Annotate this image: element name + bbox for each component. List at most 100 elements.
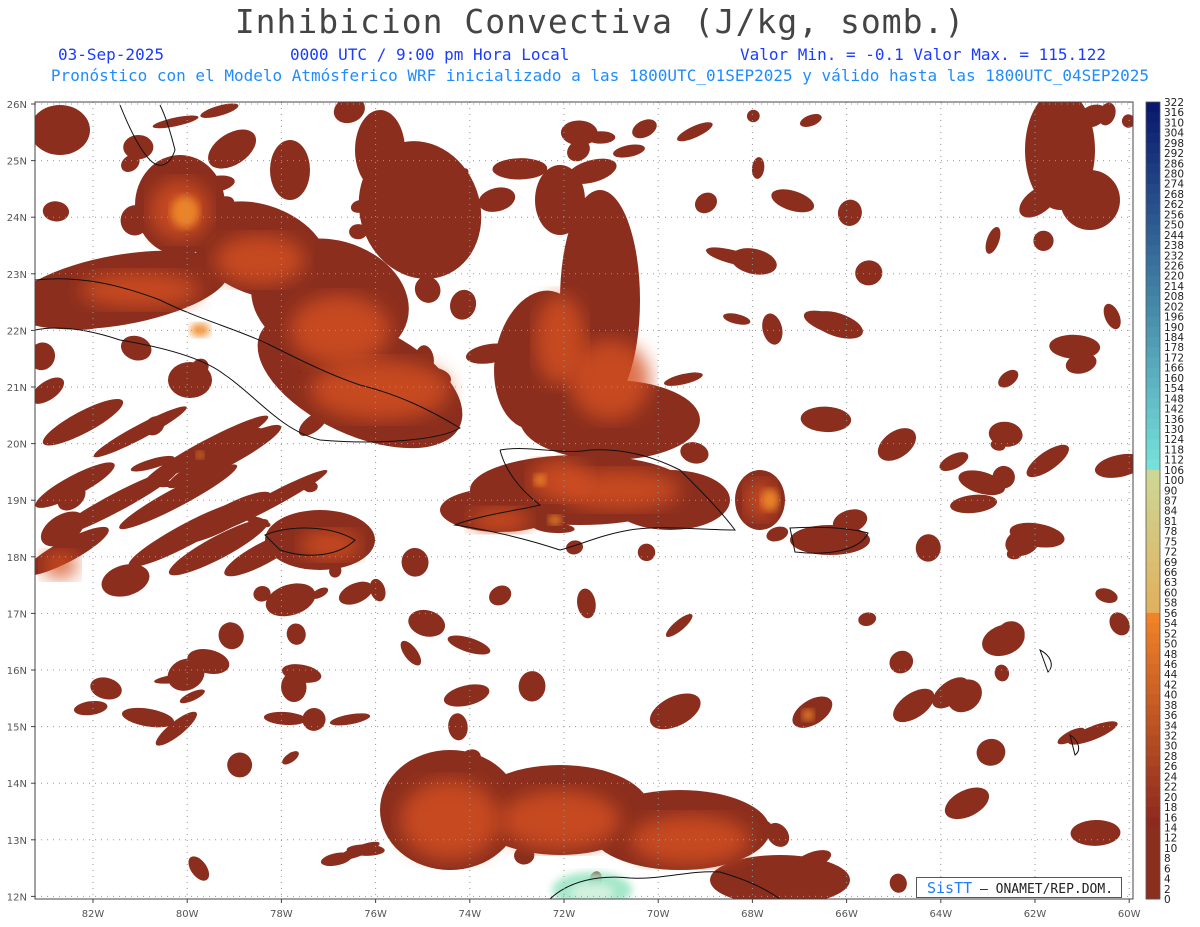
colorbar-swatch: [1146, 193, 1160, 205]
colorbar-swatch: [1146, 745, 1160, 757]
colorbar-swatch: [1146, 847, 1160, 859]
cin-region: [270, 140, 310, 200]
lon-label: 76W: [364, 909, 387, 920]
lon-label: 64W: [929, 909, 952, 920]
lat-label: 14N: [7, 779, 27, 790]
lon-label: 82W: [82, 909, 105, 920]
colorbar-swatch: [1146, 367, 1160, 379]
colorbar-swatch: [1146, 142, 1160, 154]
lat-label: 21N: [7, 383, 27, 394]
colorbar-swatch: [1146, 868, 1160, 880]
colorbar-swatch: [1146, 224, 1160, 236]
lon-label: 80W: [176, 909, 199, 920]
colorbar-swatch: [1146, 214, 1160, 226]
lat-label: 16N: [7, 666, 27, 677]
colorbar-swatch: [1146, 500, 1160, 512]
colorbar-swatch: [1146, 398, 1160, 410]
colorbar-swatch: [1146, 245, 1160, 256]
lon-label: 66W: [835, 909, 858, 920]
colorbar-swatch: [1146, 337, 1160, 348]
colorbar-swatch: [1146, 755, 1160, 767]
cin-region: [534, 474, 546, 486]
lat-label: 18N: [7, 553, 27, 564]
lon-label: 60W: [1118, 909, 1141, 920]
colorbar-swatch: [1146, 776, 1160, 788]
cin-region: [500, 790, 620, 850]
cin-region: [42, 551, 78, 579]
colorbar-swatch: [1146, 582, 1160, 593]
colorbar-swatch: [1146, 725, 1160, 737]
colorbar-swatch: [1146, 408, 1160, 420]
sistt-logo: SisTT: [927, 879, 973, 897]
colorbar-swatch: [1146, 102, 1160, 113]
lat-label: 17N: [7, 609, 27, 620]
cin-region: [607, 424, 625, 454]
colorbar-swatch: [1146, 480, 1160, 491]
colorbar-swatch: [1146, 153, 1160, 164]
colorbar-swatch: [1146, 704, 1160, 716]
lon-label: 70W: [647, 909, 670, 920]
colorbar-swatch: [1146, 858, 1160, 869]
colorbar-swatch: [1146, 735, 1160, 747]
colorbar-swatch: [1146, 428, 1160, 440]
cin-region: [80, 272, 200, 308]
colorbar-swatch: [1146, 531, 1160, 542]
cin-region: [355, 110, 405, 190]
colorbar-swatch: [1146, 132, 1160, 144]
lon-label: 68W: [741, 909, 764, 920]
lat-label: 24N: [7, 213, 27, 224]
colorbar-label: 0: [1164, 894, 1171, 906]
colorbar-swatch: [1146, 183, 1160, 195]
colorbar-swatch: [1146, 285, 1160, 297]
colorbar-swatch: [1146, 326, 1160, 338]
colorbar-swatch: [1146, 255, 1160, 266]
credit-text: – ONAMET/REP.DOM.: [972, 882, 1114, 897]
cin-region: [548, 515, 562, 525]
lon-label: 74W: [458, 909, 481, 920]
cin-region: [710, 855, 850, 899]
lat-label: 19N: [7, 496, 27, 507]
colorbar-swatch: [1146, 510, 1160, 522]
colorbar-swatch: [1146, 112, 1160, 123]
colorbar-swatch: [1146, 204, 1160, 215]
lat-label: 26N: [7, 100, 27, 111]
colorbar-swatch: [1146, 623, 1160, 634]
lon-label: 78W: [270, 909, 293, 920]
colorbar-swatch: [1146, 715, 1160, 726]
colorbar-swatch: [1146, 234, 1160, 246]
colorbar-swatch: [1146, 347, 1160, 358]
colorbar-swatch: [1146, 786, 1160, 798]
colorbar-swatch: [1146, 377, 1160, 389]
colorbar: 3223163103042982922862802742682622562502…: [1145, 97, 1184, 906]
colorbar-swatch: [1146, 663, 1160, 675]
colorbar-swatch: [1146, 316, 1160, 328]
colorbar-swatch: [1146, 827, 1160, 839]
colorbar-swatch: [1146, 306, 1160, 318]
cin-region: [570, 340, 650, 420]
colorbar-swatch: [1146, 878, 1160, 890]
colorbar-swatch: [1146, 541, 1160, 553]
lat-label: 22N: [7, 326, 27, 337]
lat-label: 20N: [7, 440, 27, 451]
colorbar-swatch: [1146, 418, 1160, 430]
cin-region: [196, 451, 204, 459]
colorbar-swatch: [1146, 612, 1160, 624]
cin-region: [761, 489, 779, 511]
lat-label: 23N: [7, 270, 27, 281]
colorbar-swatch: [1146, 653, 1160, 665]
longitude-labels: 82W 80W 78W 76W 74W 72W 70W 68W 66W 64W 62W 60W: [82, 909, 1141, 920]
cin-region: [802, 709, 814, 721]
colorbar-swatch: [1146, 275, 1160, 287]
colorbar-swatch: [1146, 520, 1160, 532]
colorbar-swatch: [1146, 561, 1160, 573]
lat-label: 12N: [7, 892, 27, 903]
lon-label: 72W: [553, 909, 576, 920]
colorbar-swatch: [1146, 439, 1160, 450]
colorbar-swatch: [1146, 888, 1160, 900]
colorbar-swatch: [1146, 592, 1160, 604]
cin-region: [190, 323, 210, 337]
cin-region: [35, 105, 90, 155]
colorbar-swatch: [1146, 694, 1160, 706]
colorbar-swatch: [1146, 633, 1160, 645]
colorbar-swatch: [1146, 388, 1160, 399]
